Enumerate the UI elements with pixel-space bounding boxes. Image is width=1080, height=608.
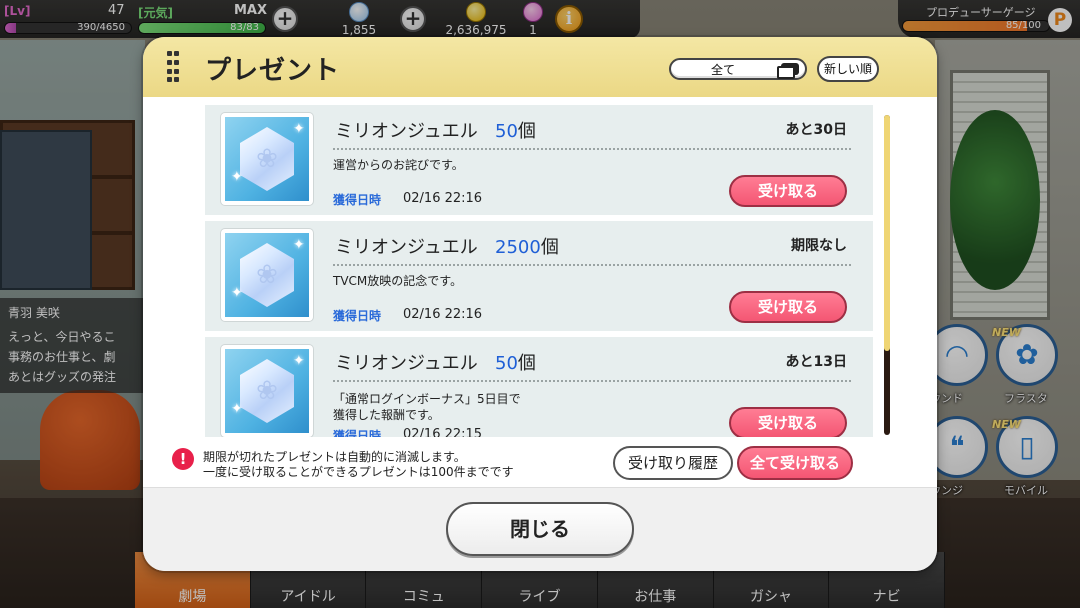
modal-header: プレゼント 全て 新しい順 xyxy=(143,37,937,97)
jewel-image: ✦ ✦ xyxy=(225,117,309,201)
close-button[interactable]: 閉じる xyxy=(446,502,634,556)
scrollbar[interactable] xyxy=(884,115,890,435)
receive-button[interactable]: 受け取る xyxy=(729,407,847,437)
item-thumbnail: ✦ ✦ xyxy=(221,345,313,437)
item-name: ミリオンジュエル xyxy=(335,353,478,374)
receive-history-button[interactable]: 受け取り履歴 xyxy=(613,446,733,480)
modal-footer: 閉じる xyxy=(143,487,937,571)
notice-line-1: 期限が切れたプレゼントは自動的に消滅します。 xyxy=(203,450,466,464)
filter-toggle-icon xyxy=(777,63,799,79)
item-count-value: 2500 xyxy=(495,237,541,258)
grip-icon xyxy=(167,51,179,83)
item-count-value: 50 xyxy=(495,121,518,142)
item-description: TVCM放映の記念です。 xyxy=(333,274,463,288)
item-expiry: 期限なし xyxy=(791,238,847,254)
receive-all-button[interactable]: 全て受け取る xyxy=(737,446,853,480)
item-count-value: 50 xyxy=(495,353,518,374)
item-expiry: あと30日 xyxy=(785,122,847,138)
receive-button[interactable]: 受け取る xyxy=(729,175,847,207)
present-modal: プレゼント 全て 新しい順 ✦ ✦ ミリオンジュエル 50個 あと30日 運営か… xyxy=(143,37,937,571)
item-name: ミリオンジュエル xyxy=(335,237,478,258)
modal-title: プレゼント xyxy=(205,56,341,86)
filter-select[interactable]: 全て xyxy=(669,58,807,80)
present-item: ✦ ✦ ミリオンジュエル 50個 あと30日 運営からのお詫びです。 獲得日時 … xyxy=(205,105,873,215)
item-date: 02/16 22:16 xyxy=(403,307,483,322)
present-list[interactable]: ✦ ✦ ミリオンジュエル 50個 あと30日 運営からのお詫びです。 獲得日時 … xyxy=(205,103,875,437)
million-jewel-icon xyxy=(240,243,294,307)
jewel-image: ✦ ✦ xyxy=(225,233,309,317)
date-label: 獲得日時 xyxy=(333,429,382,437)
warning-icon: ! xyxy=(172,448,194,470)
item-thumbnail: ✦ ✦ xyxy=(221,113,313,205)
item-thumbnail: ✦ ✦ xyxy=(221,229,313,321)
item-count-unit: 個 xyxy=(517,353,536,374)
item-count: 2500個 xyxy=(495,233,559,259)
item-description: 運営からのお詫びです。 xyxy=(333,158,464,172)
divider xyxy=(333,148,851,150)
item-count: 50個 xyxy=(495,117,536,143)
item-count: 50個 xyxy=(495,349,536,375)
item-date: 02/16 22:16 xyxy=(403,191,483,206)
item-name: ミリオンジュエル xyxy=(335,121,478,142)
scrollbar-thumb[interactable] xyxy=(884,115,890,351)
sparkle-icon: ✦ xyxy=(293,121,305,137)
notice-text: 期限が切れたプレゼントは自動的に消滅します。 一度に受け取ることができるプレゼン… xyxy=(203,450,514,480)
sort-button[interactable]: 新しい順 xyxy=(817,56,879,82)
divider xyxy=(333,380,851,382)
million-jewel-icon xyxy=(240,127,294,191)
item-description: 「通常ログインボーナス」5日目で 獲得した報酬です。 xyxy=(333,392,521,422)
date-label: 獲得日時 xyxy=(333,193,382,207)
sparkle-icon: ✦ xyxy=(231,169,243,185)
filter-value: 全て xyxy=(710,63,735,77)
sparkle-icon: ✦ xyxy=(293,353,305,369)
sparkle-icon: ✦ xyxy=(231,285,243,301)
million-jewel-icon xyxy=(240,359,294,423)
present-item: ✦ ✦ ミリオンジュエル 2500個 期限なし TVCM放映の記念です。 獲得日… xyxy=(205,221,873,331)
present-item: ✦ ✦ ミリオンジュエル 50個 あと13日 「通常ログインボーナス」5日目で … xyxy=(205,337,873,437)
sparkle-icon: ✦ xyxy=(293,237,305,253)
date-label: 獲得日時 xyxy=(333,309,382,323)
divider xyxy=(333,264,851,266)
receive-button[interactable]: 受け取る xyxy=(729,291,847,323)
item-count-unit: 個 xyxy=(540,237,559,258)
item-date: 02/16 22:15 xyxy=(403,427,483,437)
item-count-unit: 個 xyxy=(517,121,536,142)
jewel-image: ✦ ✦ xyxy=(225,349,309,433)
notice-line-2: 一度に受け取ることができるプレゼントは100件までです xyxy=(203,465,514,479)
sparkle-icon: ✦ xyxy=(231,401,243,417)
item-expiry: あと13日 xyxy=(785,354,847,370)
